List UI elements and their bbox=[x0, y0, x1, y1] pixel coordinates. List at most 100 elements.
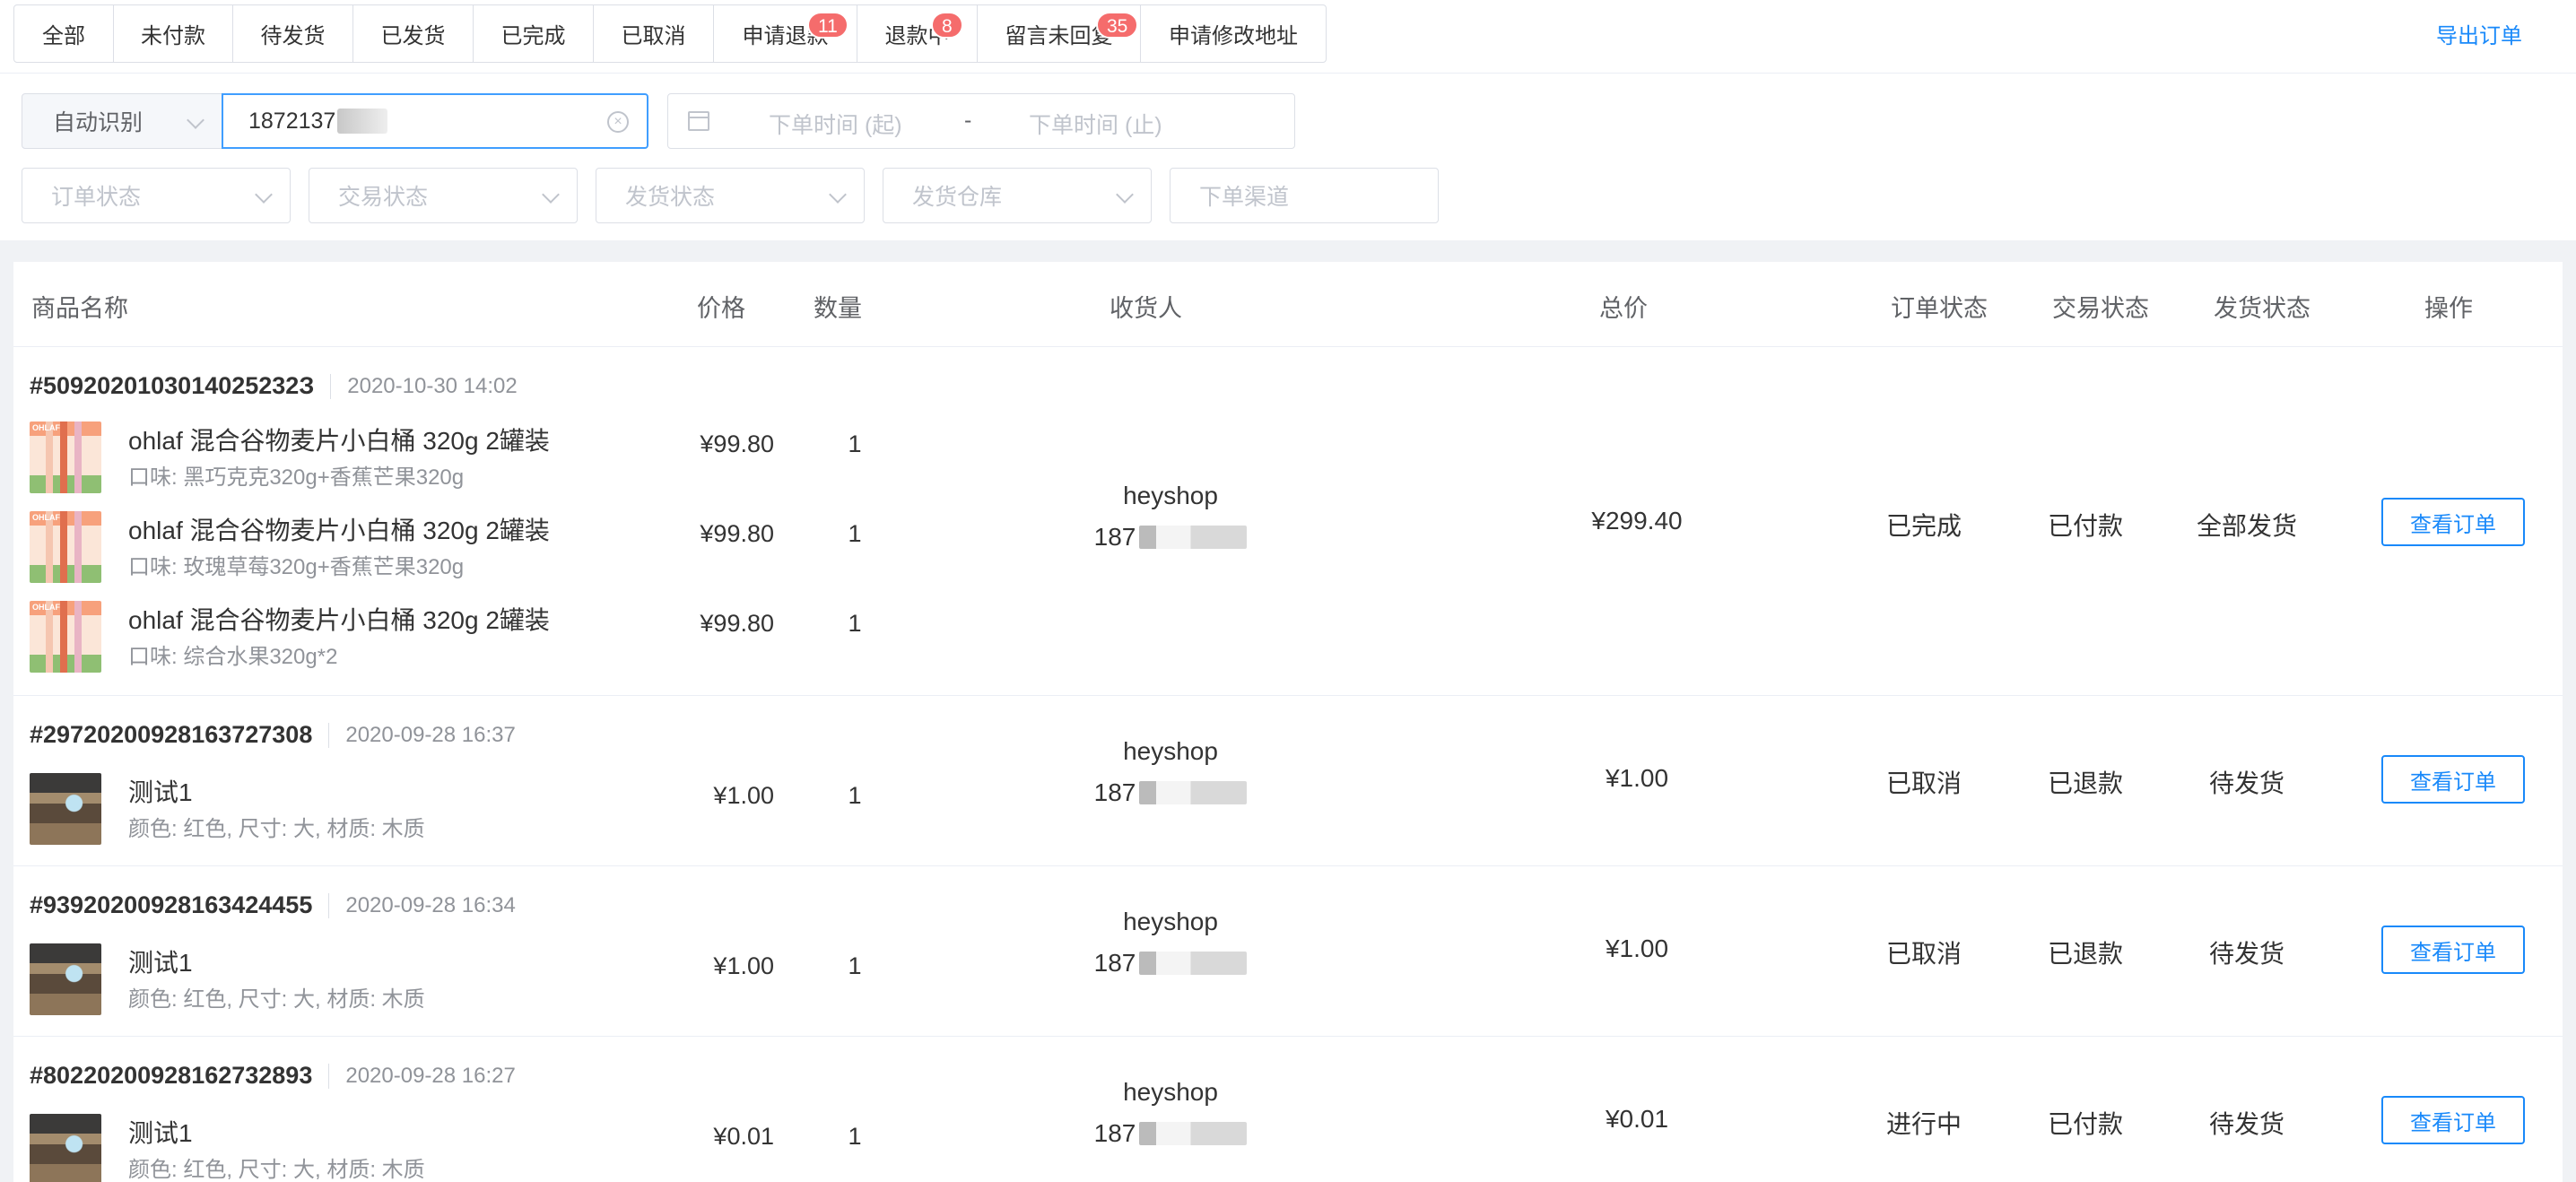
receiver-name: heyshop bbox=[1123, 908, 1218, 935]
receiver-cell: heyshop 187 bbox=[1036, 482, 1305, 552]
divider bbox=[330, 373, 332, 399]
order-item: OHLAF ohlaf 混合谷物麦片小白桶 320g 2罐装 口味: 综合水果3… bbox=[30, 601, 1106, 673]
product-name: 测试1 bbox=[128, 949, 193, 977]
tab-all[interactable]: 全部 bbox=[14, 5, 113, 62]
trade-status: 已退款 bbox=[2047, 769, 2123, 797]
view-order-button[interactable]: 查看订单 bbox=[2381, 926, 2525, 974]
search-type-select[interactable]: 自动识别 bbox=[22, 93, 222, 149]
receiver-name: heyshop bbox=[1123, 482, 1218, 509]
order-time: 2020-09-28 16:27 bbox=[345, 1063, 516, 1088]
order-status-select[interactable]: 订单状态 bbox=[22, 168, 291, 223]
item-price: ¥99.80 bbox=[700, 430, 774, 457]
view-order-button[interactable]: 查看订单 bbox=[2381, 498, 2525, 546]
order-status: 已完成 bbox=[1885, 512, 1962, 540]
date-end-input[interactable]: 下单时间 (止) bbox=[1029, 108, 1162, 140]
tab-cancelled[interactable]: 已取消 bbox=[593, 5, 713, 62]
tab-refunding[interactable]: 退款中 8 bbox=[857, 5, 977, 62]
tab-shipped[interactable]: 已发货 bbox=[352, 5, 473, 62]
tab-pending-shipment[interactable]: 待发货 bbox=[232, 5, 352, 62]
date-start-input[interactable]: 下单时间 (起) bbox=[769, 108, 902, 140]
product-thumbnail[interactable] bbox=[30, 773, 101, 845]
order-header: #80220200928162732893 2020-09-28 16:27 bbox=[30, 1062, 516, 1090]
product-thumbnail[interactable]: OHLAF bbox=[30, 601, 101, 673]
product-name: 测试1 bbox=[128, 778, 193, 806]
product-spec: 颜色: 红色, 尺寸: 大, 材质: 木质 bbox=[128, 817, 425, 841]
order-item: OHLAF ohlaf 混合谷物麦片小白桶 320g 2罐装 口味: 黑巧克克3… bbox=[30, 422, 1106, 493]
order-time: 2020-09-28 16:34 bbox=[345, 892, 516, 917]
tab-unpaid[interactable]: 未付款 bbox=[113, 5, 232, 62]
item-price: ¥1.00 bbox=[713, 952, 774, 979]
ship-status-select[interactable]: 发货状态 bbox=[596, 168, 865, 223]
channel-input[interactable]: 下单渠道 bbox=[1170, 168, 1439, 223]
order-total: ¥299.40 bbox=[1591, 507, 1683, 535]
column-header-total: 总价 bbox=[1599, 295, 1648, 322]
export-orders-link[interactable]: 导出订单 bbox=[2436, 18, 2522, 49]
product-thumbnail[interactable] bbox=[30, 1114, 101, 1182]
order-total: ¥1.00 bbox=[1605, 934, 1669, 962]
order-header: #93920200928163424455 2020-09-28 16:34 bbox=[30, 891, 516, 919]
tab-refund-requested[interactable]: 申请退款 11 bbox=[713, 5, 857, 62]
redaction-mask bbox=[1139, 1122, 1248, 1145]
ship-status: 待发货 bbox=[2208, 1110, 2284, 1138]
order-status: 进行中 bbox=[1885, 1110, 1962, 1138]
tab-address-change[interactable]: 申请修改地址 bbox=[1140, 5, 1326, 62]
item-price: ¥99.80 bbox=[700, 610, 774, 637]
table-header: 商品名称 价格 数量 收货人 总价 订单状态 交易状态 发货状态 操作 bbox=[13, 262, 2563, 347]
ship-status: 待发货 bbox=[2208, 940, 2284, 968]
order-number: #80220200928162732893 bbox=[30, 1062, 313, 1089]
column-header-qty: 数量 bbox=[814, 295, 862, 322]
item-price: ¥99.80 bbox=[700, 520, 774, 547]
order-item: 测试1 颜色: 红色, 尺寸: 大, 材质: 木质 ¥1.00 1 bbox=[30, 773, 1106, 845]
date-range-separator: - bbox=[964, 108, 972, 133]
order-header: #5092020103014025232З 2020-10-30 14:02 bbox=[30, 372, 518, 400]
refund-requested-count-badge: 11 bbox=[807, 12, 849, 39]
product-thumbnail[interactable]: OHLAF bbox=[30, 511, 101, 583]
trade-status-select[interactable]: 交易状态 bbox=[309, 168, 578, 223]
view-order-button[interactable]: 查看订单 bbox=[2381, 755, 2525, 804]
divider bbox=[328, 892, 330, 918]
item-qty: 1 bbox=[848, 610, 862, 637]
column-header-action: 操作 bbox=[2424, 295, 2473, 322]
order-number: #5092020103014025232З bbox=[30, 372, 315, 399]
order-item: 测试1 颜色: 红色, 尺寸: 大, 材质: 木质 ¥0.01 1 bbox=[30, 1114, 1106, 1182]
filter-panel: 自动识别 1872137 × 下单时间 (起) - 下单时间 (止) 订单状态 … bbox=[0, 74, 2576, 240]
order-total: ¥1.00 bbox=[1605, 764, 1669, 792]
warehouse-select[interactable]: 发货仓库 bbox=[883, 168, 1152, 223]
calendar-icon bbox=[688, 111, 709, 131]
item-qty: 1 bbox=[848, 430, 862, 457]
order-row: #29720200928163727308 2020-09-28 16:37 测… bbox=[13, 696, 2563, 866]
receiver-name: heyshop bbox=[1123, 1078, 1218, 1106]
column-header-price: 价格 bbox=[697, 295, 745, 322]
tab-completed[interactable]: 已完成 bbox=[473, 5, 593, 62]
product-spec: 颜色: 红色, 尺寸: 大, 材质: 木质 bbox=[128, 987, 425, 1012]
search-input[interactable]: 1872137 × bbox=[222, 93, 648, 149]
status-tabs: 全部 未付款 待发货 已发货 已完成 已取消 申请退款 11 退款中 8 留言未… bbox=[13, 4, 1327, 63]
trade-status: 已付款 bbox=[2047, 1110, 2123, 1138]
order-status: 已取消 bbox=[1885, 940, 1962, 968]
order-row: #80220200928162732893 2020-09-28 16:27 测… bbox=[13, 1037, 2563, 1182]
divider bbox=[328, 722, 330, 748]
receiver-phone: 187 bbox=[1036, 523, 1305, 552]
tab-unreplied-messages[interactable]: 留言未回复 35 bbox=[977, 5, 1140, 62]
order-status: 已取消 bbox=[1885, 769, 1962, 797]
product-thumbnail[interactable]: OHLAF bbox=[30, 422, 101, 493]
product-spec: 口味: 综合水果320g*2 bbox=[128, 645, 338, 669]
view-order-button[interactable]: 查看订单 bbox=[2381, 1096, 2525, 1144]
product-name: ohlaf 混合谷物麦片小白桶 320g 2罐装 bbox=[128, 517, 550, 544]
order-date-range-picker[interactable]: 下单时间 (起) - 下单时间 (止) bbox=[667, 93, 1295, 149]
receiver-cell: heyshop 187 bbox=[1036, 908, 1305, 978]
receiver-phone: 187 bbox=[1036, 778, 1305, 807]
clear-icon[interactable]: × bbox=[607, 111, 629, 133]
column-header-receiver: 收货人 bbox=[1110, 295, 1182, 322]
order-item: 测试1 颜色: 红色, 尺寸: 大, 材质: 木质 ¥1.00 1 bbox=[30, 943, 1106, 1015]
column-header-order-status: 订单状态 bbox=[1891, 295, 1988, 322]
item-qty: 1 bbox=[848, 520, 862, 547]
product-thumbnail[interactable] bbox=[30, 943, 101, 1015]
order-time: 2020-10-30 14:02 bbox=[347, 373, 518, 398]
chevron-down-icon bbox=[187, 111, 205, 129]
product-name: ohlaf 混合谷物麦片小白桶 320g 2罐装 bbox=[128, 606, 550, 634]
divider bbox=[328, 1063, 330, 1089]
refunding-count-badge: 8 bbox=[931, 12, 963, 39]
order-number: #93920200928163424455 bbox=[30, 891, 313, 918]
ship-status: 待发货 bbox=[2208, 769, 2284, 797]
